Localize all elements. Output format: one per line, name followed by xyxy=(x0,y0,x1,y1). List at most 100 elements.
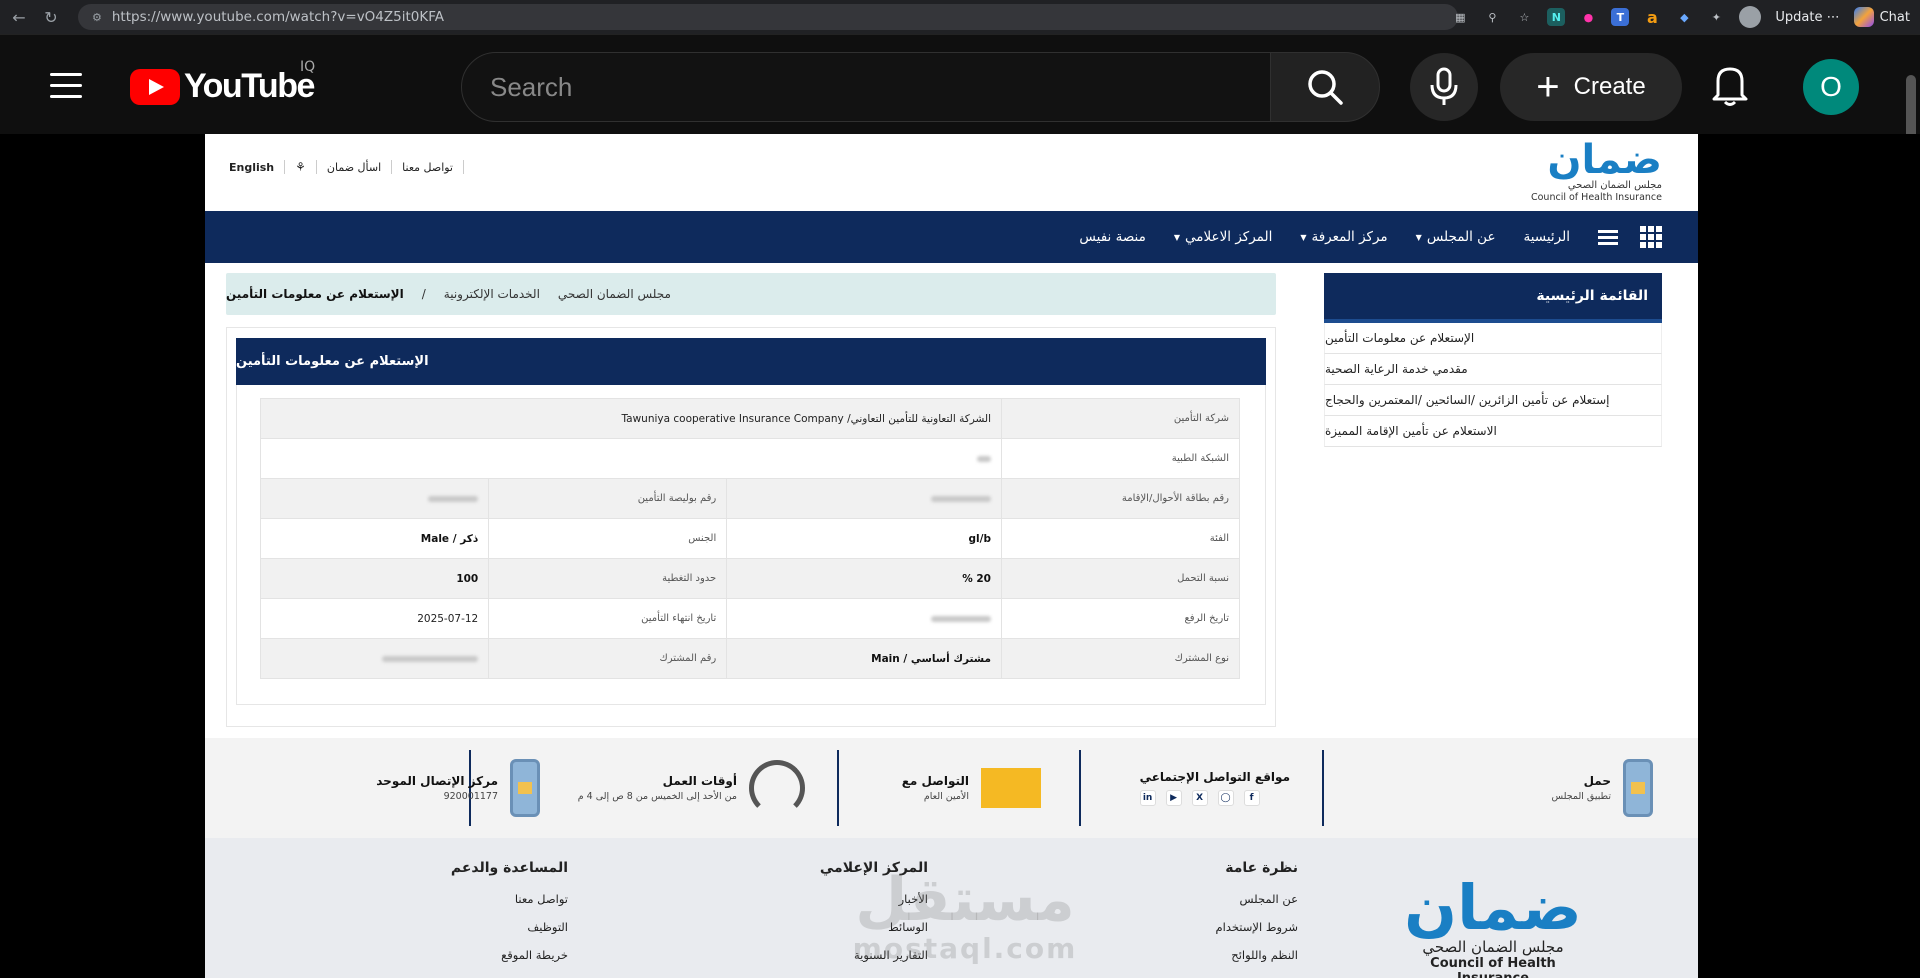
english-link[interactable]: English xyxy=(229,161,274,174)
footer-link[interactable]: شروط الإستخدام xyxy=(1216,920,1298,934)
insurance-info-table: شركة التأمين الشركة التعاونية للتأمين ال… xyxy=(259,398,1240,679)
footer-col-overview: نظرة عامة عن المجلس شروط الإستخدام النظم وا… xyxy=(1215,860,1298,962)
favorite-star-icon[interactable]: ☆ xyxy=(1515,8,1533,26)
card-title: الإستعلام عن معلومات التأمين xyxy=(236,338,1266,385)
table-row: شركة التأمين الشركة التعاونية للتأمين ال… xyxy=(260,398,1240,439)
copilot-chat-button[interactable]: Chat xyxy=(1853,7,1910,27)
table-row: الشبكة الطبية xyxy=(260,438,1240,479)
footer-link[interactable]: التوظيف xyxy=(451,920,568,934)
breadcrumb-section[interactable]: الخدمات الإلكترونية xyxy=(444,287,540,301)
browser-toolbar: ← ↻ ⚙ https://www.youtube.com/watch?v=vO… xyxy=(0,0,1920,34)
contact-secretary-block[interactable]: التواصل مع الأمين العام xyxy=(902,752,1041,824)
url-text: https://www.youtube.com/watch?v=vO4Z5it0… xyxy=(111,9,444,25)
search-icon xyxy=(1308,70,1343,105)
youtube-logo[interactable]: YouTube IQ xyxy=(130,59,315,106)
youtube-play-icon xyxy=(130,68,180,105)
sitemap-icon[interactable]: ⚘ xyxy=(295,160,306,174)
breadcrumb-separator: / xyxy=(421,287,426,301)
nav-item[interactable]: الرئيسية xyxy=(1510,229,1585,245)
sidebar-item[interactable]: إستعلام عن تأمين الزائرين /السائحين /الم… xyxy=(1324,385,1662,416)
apps-grid-icon[interactable] xyxy=(1640,226,1662,248)
call-center-block[interactable]: مركز الإتصال الموحد 920001177 xyxy=(376,752,540,824)
tag-icon[interactable]: ◆ xyxy=(1675,8,1693,26)
youtube-icon[interactable]: ▶ xyxy=(1165,790,1182,806)
table-row: الفئة gl/b الجنس ذكر / Male xyxy=(259,518,1240,559)
search-button[interactable] xyxy=(1270,52,1380,122)
menu-icon[interactable] xyxy=(50,73,82,106)
voice-search-button[interactable] xyxy=(1410,53,1478,121)
translate-icon[interactable]: T xyxy=(1611,8,1630,26)
sidebar-title: القائمة الرئيسية xyxy=(1324,273,1662,323)
notifications-button[interactable] xyxy=(1710,63,1750,111)
bell-icon xyxy=(1712,67,1748,106)
insurance-info-card: الإستعلام عن معلومات التأمين شركة التأمي… xyxy=(226,327,1276,727)
zoom-icon[interactable]: ⚲ xyxy=(1483,8,1501,26)
footer-logo[interactable]: ضمان مجلس الضمان الصحي Council of Health… xyxy=(1398,877,1588,978)
x-icon[interactable]: X xyxy=(1191,790,1208,806)
sidebar-item[interactable]: الإستعلام عن معلومات التأمين xyxy=(1324,323,1662,354)
breadcrumb-home[interactable]: مجلس الضمان الصحي xyxy=(558,287,671,301)
sidebar-menu: القائمة الرئيسية الإستعلام عن معلومات ال… xyxy=(1324,273,1662,447)
plus-icon: + xyxy=(1536,65,1560,109)
top-links: English ⚘ اسأل ضمان تواصل معنا xyxy=(229,160,464,174)
envelope-icon xyxy=(981,768,1041,808)
footer-link[interactable]: تواصل معنا xyxy=(451,892,568,906)
facebook-icon[interactable]: f xyxy=(1243,790,1260,806)
youtube-header: YouTube IQ Search + Create O xyxy=(0,34,1920,255)
extensions-puzzle-icon[interactable]: ✦ xyxy=(1707,8,1725,26)
table-row: نوع المشترك مشترك أساسي / Main رقم المشت… xyxy=(259,638,1240,679)
footer-link[interactable]: النظم واللوائح xyxy=(1216,948,1298,962)
extension-a-icon[interactable]: a xyxy=(1643,8,1661,27)
profile-icon[interactable] xyxy=(1739,6,1762,28)
video-frame-website: English ⚘ اسأل ضمان تواصل معنا ضمان مجلس… xyxy=(205,134,1698,978)
footer-link[interactable]: عن المجلس xyxy=(1216,892,1298,906)
site-footer: ضمان مجلس الضمان الصحي Council of Health… xyxy=(205,838,1698,978)
extension-egg-icon[interactable]: ● xyxy=(1579,8,1597,26)
main-navigation: الرئيسية عن المجلس ▼ مركز المعرفة ▼ المركز ال… xyxy=(205,211,1698,263)
table-row: نسبة التحمل 20 % حدود التغطية 100 xyxy=(259,558,1240,599)
reload-icon[interactable]: ↻ xyxy=(38,4,64,30)
contact-strip: حمل تطبيق المجلس مواقع التواصل الإجتماعي … xyxy=(205,738,1698,838)
site-logo[interactable]: ضمان مجلس الضمان الصحي Council of Health… xyxy=(1522,140,1664,206)
download-app-block[interactable]: حمل تطبيق المجلس xyxy=(1551,752,1653,824)
update-button[interactable]: Update ⋯ xyxy=(1775,10,1839,25)
working-hours-block: أوقات العمل من الأحد إلى الخميس من 8 ص إل… xyxy=(578,752,805,824)
list-menu-icon[interactable] xyxy=(1598,227,1618,248)
breadcrumb-current: الإستعلام عن معلومات التأمين xyxy=(226,287,404,301)
extension-n-icon[interactable]: N xyxy=(1547,8,1566,26)
search-input[interactable]: Search xyxy=(461,52,1271,122)
browser-extension-area: ▦ ⚲ ☆ N ● T a ◆ ✦ Update ⋯ Chat xyxy=(1451,0,1910,34)
linkedin-icon[interactable]: in xyxy=(1139,790,1156,806)
phone-icon xyxy=(510,759,540,817)
back-icon[interactable]: ← xyxy=(6,4,32,30)
site-info-icon[interactable]: ⚙ xyxy=(92,11,102,24)
social-media-block: مواقع التواصل الإجتماعي in ▶ X ◯ f xyxy=(1139,752,1290,824)
contact-link[interactable]: تواصل معنا xyxy=(402,161,453,174)
watermark: مستقل mostaql.com xyxy=(852,865,1078,965)
site-topbar: English ⚘ اسأل ضمان تواصل معنا ضمان مجلس… xyxy=(205,134,1698,211)
caret-down-icon: ▼ xyxy=(1173,232,1180,242)
country-code: IQ xyxy=(300,59,316,75)
account-avatar[interactable]: O xyxy=(1803,59,1859,115)
breadcrumb: مجلس الضمان الصحي الخدمات الإلكترونية / … xyxy=(226,273,1276,315)
table-row: رقم بطاقة الأحوال/الإقامة رقم بوليصة الت… xyxy=(259,478,1240,519)
headset-icon xyxy=(749,760,805,816)
nav-item[interactable]: المركز الاعلامي ▼ xyxy=(1160,229,1286,245)
instagram-icon[interactable]: ◯ xyxy=(1217,790,1234,806)
microphone-icon xyxy=(1430,67,1458,105)
nav-item[interactable]: مركز المعرفة ▼ xyxy=(1286,229,1401,245)
app-icon[interactable]: ▦ xyxy=(1451,8,1469,26)
caret-down-icon: ▼ xyxy=(1415,232,1422,242)
ask-link[interactable]: اسأل ضمان xyxy=(327,161,381,174)
address-bar[interactable]: ⚙ https://www.youtube.com/watch?v=vO4Z5i… xyxy=(78,4,1458,30)
footer-col-support: المساعدة والدعم تواصل معنا التوظيف خريطة ال… xyxy=(450,860,568,962)
footer-link[interactable]: خريطة الموقع xyxy=(451,948,568,962)
copilot-icon xyxy=(1853,7,1874,27)
create-button[interactable]: + Create xyxy=(1500,53,1682,121)
nav-item[interactable]: عن المجلس ▼ xyxy=(1402,229,1510,245)
sidebar-item[interactable]: مقدمي خدمة الرعاية الصحية xyxy=(1324,354,1662,385)
nav-item[interactable]: منصة نفيس xyxy=(1065,229,1159,245)
caret-down-icon: ▼ xyxy=(1300,232,1307,242)
mobile-app-icon xyxy=(1623,759,1653,817)
sidebar-item[interactable]: الاستعلام عن تأمين الإقامة المميزة xyxy=(1324,416,1662,447)
